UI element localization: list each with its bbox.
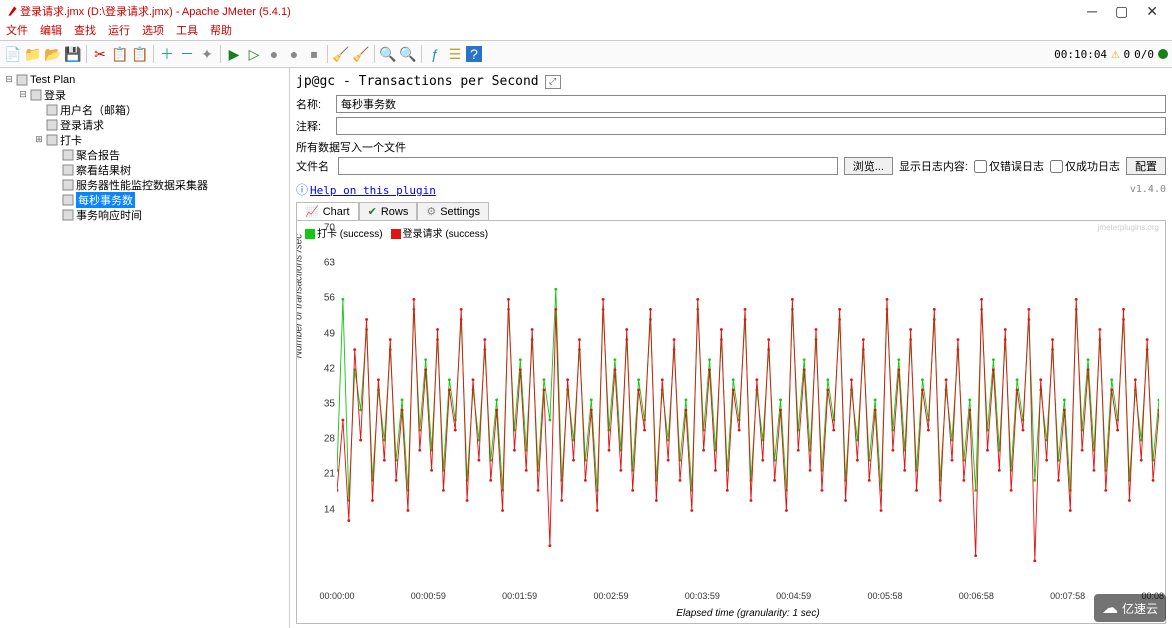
- tree-item[interactable]: 服务器性能监控数据采集器: [2, 177, 287, 192]
- new-icon[interactable]: 📄: [4, 45, 22, 63]
- tab-settings[interactable]: ⚙Settings: [417, 202, 489, 220]
- thread-ratio: 0/0: [1134, 48, 1154, 61]
- tree-item[interactable]: 察看结果树: [2, 162, 287, 177]
- close-button[interactable]: ✕: [1146, 3, 1158, 20]
- browse-button[interactable]: 浏览...: [844, 157, 893, 175]
- maximize-button[interactable]: ▢: [1115, 3, 1128, 20]
- only-success-checkbox[interactable]: [1050, 160, 1063, 173]
- chart-watermark: jmeterplugins.org: [1098, 223, 1159, 232]
- tree-item[interactable]: 登录请求: [2, 117, 287, 132]
- elapsed-timer: 00:10:04: [1054, 48, 1107, 61]
- y-axis-label: Number of transactions /sec: [296, 234, 305, 359]
- help-icon[interactable]: ?: [466, 46, 482, 62]
- list-icon[interactable]: ☰: [446, 45, 464, 63]
- tab-bar: 📈Chart ✔Rows ⚙Settings: [296, 202, 1166, 221]
- tree-item[interactable]: ⊟Test Plan: [2, 72, 287, 87]
- app-icon: [6, 4, 20, 18]
- tab-rows[interactable]: ✔Rows: [359, 202, 418, 220]
- name-label: 名称:: [296, 96, 332, 112]
- tree-item[interactable]: 聚合报告: [2, 147, 287, 162]
- listener-panel: jp@gc - Transactions per Second ⤢ 名称: 注释…: [290, 68, 1172, 628]
- paste-icon[interactable]: 📋: [131, 45, 149, 63]
- filename-label: 文件名: [296, 158, 332, 174]
- save-icon[interactable]: 💾: [64, 45, 82, 63]
- collapse-icon[interactable]: －: [178, 45, 196, 63]
- menu-tools[interactable]: 工具: [176, 22, 198, 40]
- test-plan-tree[interactable]: ⊟Test Plan⊟登录用户名（邮箱）登录请求⊞打卡聚合报告察看结果树服务器性…: [0, 68, 290, 628]
- clear-icon[interactable]: 🧹: [332, 45, 350, 63]
- name-input[interactable]: [336, 95, 1166, 113]
- comment-label: 注释:: [296, 118, 332, 134]
- write-all-label: 所有数据写入一个文件: [296, 139, 1166, 155]
- menu-file[interactable]: 文件: [6, 22, 28, 40]
- remote-stop-icon[interactable]: ⏹: [305, 45, 323, 63]
- stop-icon[interactable]: ●: [265, 45, 283, 63]
- toggle-icon[interactable]: ✦: [198, 45, 216, 63]
- x-axis-label: Elapsed time (granularity: 1 sec): [676, 608, 819, 619]
- expand-icon[interactable]: ＋: [158, 45, 176, 63]
- window-title: 登录请求.jmx (D:\登录请求.jmx) - Apache JMeter (…: [20, 3, 1087, 19]
- panel-title: jp@gc - Transactions per Second: [296, 74, 539, 89]
- warning-icon[interactable]: ⚠: [1111, 46, 1119, 62]
- start-no-timers-icon[interactable]: ▷: [245, 45, 263, 63]
- minimize-button[interactable]: ─: [1087, 3, 1097, 20]
- menu-run[interactable]: 运行: [108, 22, 130, 40]
- tree-item[interactable]: ⊞打卡: [2, 132, 287, 147]
- only-errors-checkbox[interactable]: [974, 160, 987, 173]
- copy-icon[interactable]: 📋: [111, 45, 129, 63]
- chart-plot: [337, 239, 1159, 591]
- chart-area: 打卡 (success)登录请求 (success) jmeterplugins…: [296, 221, 1166, 624]
- help-link[interactable]: Help on this plugin: [310, 184, 436, 197]
- info-icon: ⓘ: [296, 183, 308, 197]
- title-bar: 登录请求.jmx (D:\登录请求.jmx) - Apache JMeter (…: [0, 0, 1172, 22]
- menu-options[interactable]: 选项: [142, 22, 164, 40]
- shutdown-icon[interactable]: ●: [285, 45, 303, 63]
- toolbar: 📄 📁 📂 💾 ✂ 📋 📋 ＋ － ✦ ▶ ▷ ● ● ⏹ 🧹 🧹 🔍 🔍 ƒ …: [0, 40, 1172, 68]
- tree-item[interactable]: 用户名（邮箱）: [2, 102, 287, 117]
- reset-search-icon[interactable]: 🔍: [399, 45, 417, 63]
- expand-panel-icon[interactable]: ⤢: [545, 75, 561, 89]
- menu-bar: 文件 编辑 查找 运行 选项 工具 帮助: [0, 22, 1172, 40]
- configure-button[interactable]: 配置: [1126, 157, 1166, 175]
- cut-icon[interactable]: ✂: [91, 45, 109, 63]
- filename-input[interactable]: [338, 157, 838, 175]
- templates-icon[interactable]: 📁: [24, 45, 42, 63]
- open-icon[interactable]: 📂: [44, 45, 62, 63]
- corner-logo: ☁ 亿速云: [1094, 594, 1166, 622]
- y-axis: Number of transactions /sec 142128354249…: [305, 239, 337, 591]
- tree-item[interactable]: 每秒事务数: [2, 192, 287, 207]
- log-display-label: 显示日志内容:: [899, 158, 968, 174]
- x-axis: Elapsed time (granularity: 1 sec) 00:00:…: [337, 591, 1159, 619]
- menu-search[interactable]: 查找: [74, 22, 96, 40]
- tree-item[interactable]: 事务响应时间: [2, 207, 287, 222]
- cloud-icon: ☁: [1102, 598, 1118, 618]
- start-icon[interactable]: ▶: [225, 45, 243, 63]
- comment-input[interactable]: [336, 117, 1166, 135]
- menu-edit[interactable]: 编辑: [40, 22, 62, 40]
- error-count: 0: [1124, 48, 1131, 61]
- tree-item[interactable]: ⊟登录: [2, 87, 287, 102]
- function-helper-icon[interactable]: ƒ: [426, 45, 444, 63]
- clear-all-icon[interactable]: 🧹: [352, 45, 370, 63]
- menu-help[interactable]: 帮助: [210, 22, 232, 40]
- search-icon[interactable]: 🔍: [379, 45, 397, 63]
- tab-chart[interactable]: 📈Chart: [296, 202, 359, 220]
- run-indicator-icon: [1158, 49, 1168, 59]
- plugin-version: v1.4.0: [1130, 184, 1166, 195]
